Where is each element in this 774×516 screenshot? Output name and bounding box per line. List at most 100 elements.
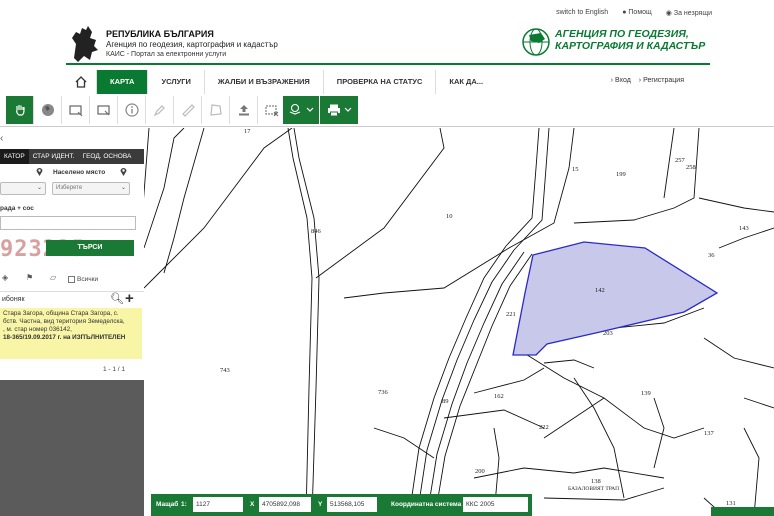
scale-label: Мащаб — [156, 501, 179, 508]
parcel-label: 199 — [616, 171, 626, 178]
polygon-select-icon[interactable]: ▱ — [50, 273, 56, 282]
place-label: БАЗАЛОВИЯТ ТРАП — [568, 486, 619, 492]
nav-complaints[interactable]: ЖАЛБИ И ВЪЗРАЖЕНИЯ — [203, 70, 323, 94]
parcel-label: 139 — [641, 390, 651, 397]
draw-tool-button[interactable] — [146, 96, 174, 124]
result-line: бств. Частна, вид територия Земеделска, — [3, 318, 125, 325]
globe-button[interactable] — [34, 96, 62, 124]
republic-title: РЕПУБЛИКА БЪЛГАРИЯ — [106, 29, 214, 39]
login-label: Вход — [614, 77, 631, 84]
nav-services[interactable]: УСЛУГИ — [147, 70, 203, 94]
chevron-down-icon — [344, 107, 351, 112]
tab-old-identifier[interactable]: СТАР ИДЕНТ. — [29, 149, 79, 164]
settlement-select[interactable]: Изберете ⌄ — [52, 182, 130, 195]
register-label: Регистрация — [643, 77, 684, 84]
parcel-label: 162 — [494, 393, 504, 400]
cadastral-map[interactable]: 17 10 15 199 257 258 143 36 142 221 203 … — [144, 128, 774, 516]
header-divider — [66, 63, 710, 65]
window-icon — [96, 105, 110, 116]
nav-how-to[interactable]: КАК ДА... — [435, 70, 496, 94]
parcel-label: 36 — [708, 252, 715, 259]
pan-tool-button[interactable] — [6, 96, 34, 124]
parcel-label: 258 — [686, 164, 696, 171]
chevron-down-icon: ⌄ — [120, 185, 126, 191]
upload-button[interactable] — [230, 96, 258, 124]
auth-links: › Вход › Регистрация — [611, 77, 684, 84]
portal-subtitle: КАИС - Портал за електронни услуги — [106, 51, 227, 58]
parcel-label: 222 — [539, 424, 549, 431]
agency-logo-line2: КАРТОГРАФИЯ И КАДАСТЪР — [555, 40, 706, 52]
help-link[interactable]: ● Помощ — [622, 9, 652, 17]
nav-status-check[interactable]: ПРОВЕРКА НА СТАТУС — [322, 70, 436, 94]
select-window-button[interactable] — [90, 96, 118, 124]
map-toolbar — [0, 96, 774, 127]
search-button[interactable]: ТЪРСИ — [46, 240, 134, 256]
tab-geodetic-base[interactable]: ГЕОД. ОСНОВА — [79, 149, 136, 164]
agency-logo-line1: АГЕНЦИЯ ПО ГЕОДЕЗИЯ, — [555, 28, 689, 40]
register-link[interactable]: › Регистрация — [639, 77, 684, 84]
identifier-input[interactable] — [0, 216, 136, 230]
scale-prefix: 1: — [181, 501, 187, 508]
nav-map[interactable]: КАРТА — [96, 70, 148, 94]
home-icon — [75, 76, 87, 88]
info-button[interactable] — [118, 96, 146, 124]
parcel-label: 257 — [675, 157, 686, 164]
parcel-label: 203 — [603, 330, 613, 337]
polygon-icon — [209, 104, 222, 116]
parcel-label: 846 — [311, 228, 322, 235]
y-coord-label: Y — [318, 501, 323, 508]
map-corner-control[interactable] — [711, 507, 774, 516]
y-coord-value: 513568,105 — [327, 497, 377, 512]
clear-selection-button[interactable] — [258, 96, 286, 124]
coordinates-bar: Мащаб 1: 1127 X 4705892,098 Y 513568,105… — [151, 494, 532, 516]
favorites-label: За незрящи — [673, 10, 712, 17]
result-details[interactable]: Стара Загора, община Стара Загора, с. бс… — [0, 308, 142, 359]
collapse-panel-button[interactable]: ‹ — [0, 133, 3, 144]
layers-toggle-icon[interactable]: ◈ — [2, 273, 8, 282]
layers-icon — [289, 103, 300, 115]
help-label: Помощ — [628, 9, 652, 16]
globe-icon — [41, 104, 54, 116]
zoom-to-result-icon[interactable]: 🔍︎ — [110, 292, 124, 305]
agency-logo-text: АГЕНЦИЯ ПО ГЕОДЕЗИЯ, КАРТОГРАФИЯ И КАДАС… — [555, 28, 705, 52]
municipality-select[interactable]: ⌄ — [0, 182, 46, 195]
parcel-label: 17 — [244, 128, 251, 135]
chevron-down-icon — [306, 107, 313, 112]
printer-icon — [327, 104, 340, 117]
tab-identifier[interactable]: КАТОР — [0, 149, 29, 164]
parcel-label: 143 — [739, 225, 749, 232]
draw-icon — [153, 105, 165, 117]
agency-logo-icon — [522, 28, 550, 56]
parcel-label: 743 — [220, 367, 230, 374]
clear-select-icon — [265, 105, 278, 117]
scale-input[interactable]: 1127 — [193, 497, 243, 512]
home-button[interactable] — [66, 70, 96, 94]
number-label: рада + сос — [0, 205, 34, 212]
parcel-label: 131 — [726, 500, 736, 507]
switch-language-link[interactable]: switch to English — [556, 9, 608, 17]
x-coord-label: X — [250, 501, 255, 508]
add-result-icon[interactable]: + — [125, 290, 134, 307]
flag-icon[interactable]: ⚑ — [26, 273, 33, 282]
login-link[interactable]: › Вход — [611, 77, 631, 84]
parcel-label: 10 — [446, 213, 453, 220]
location-pin-icon — [120, 168, 127, 176]
polygon-tool-button[interactable] — [202, 96, 230, 124]
settlement-select-value: Изберете — [56, 185, 83, 191]
crs-select[interactable]: ККС 2005 — [463, 497, 528, 512]
select-area-button[interactable] — [62, 96, 90, 124]
result-line: , м. стар номер 036142, — [3, 326, 72, 333]
parcel-boundaries — [144, 128, 774, 516]
measure-tool-button[interactable] — [174, 96, 202, 124]
selected-parcel[interactable] — [512, 241, 719, 356]
all-checkbox[interactable] — [68, 276, 75, 283]
layers-dropdown[interactable] — [283, 96, 319, 124]
parcel-label: 221 — [506, 311, 516, 318]
search-form: ‹ КАТОР СТАР ИДЕНТ. ГЕОД. ОСНОВА Населен… — [0, 128, 144, 380]
favorites-link[interactable]: ◉ За незрящи — [666, 9, 712, 17]
hand-icon — [15, 105, 25, 116]
print-dropdown[interactable] — [320, 96, 358, 124]
location-pin-icon — [36, 168, 43, 176]
top-links: switch to English ● Помощ ◉ За незрящи — [556, 9, 712, 17]
result-order: 18-365/19.09.2017 г. на ИЗПЪЛНИТЕЛЕН — [3, 334, 126, 341]
